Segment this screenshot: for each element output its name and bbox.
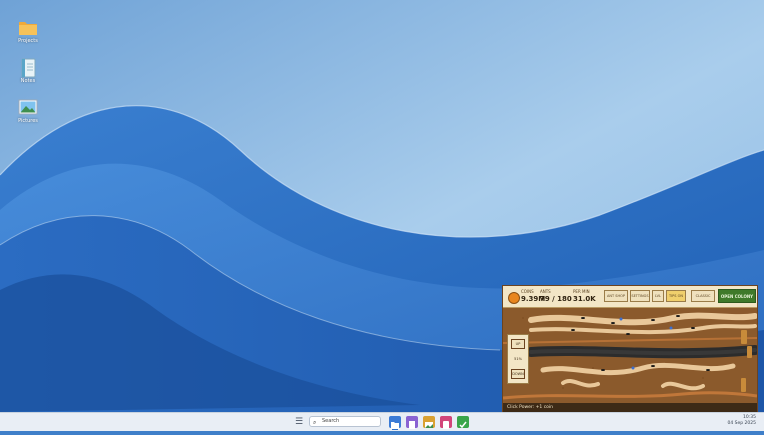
taskbar: ☰ ⌕ Search 10:35 04 Sep 2025 [0,412,764,431]
down-button[interactable]: DOWN [511,369,525,379]
media-icon[interactable] [440,416,452,429]
open-colony-button[interactable]: OPEN COLONY [718,289,756,303]
desktop-icon-label: Projects [18,38,38,44]
system-clock[interactable]: 10:35 04 Sep 2025 [727,415,756,427]
tasks-icon[interactable] [457,416,469,429]
up-button[interactable]: UP [511,339,525,349]
desktop-icon-notes[interactable]: Notes [10,58,46,84]
desktop-icon-label: Notes [20,78,36,84]
pictures-icon [18,98,38,116]
ant-colony-game-window[interactable]: COINS 9.39M ANTS 79 / 180 PER MIN 31.0K … [502,285,758,414]
desktop-icon-label: Pictures [18,118,38,124]
classic-mode-button[interactable]: CLASSIC [691,290,715,302]
ant-tunnel-playfield[interactable] [503,308,757,404]
folder-icon [18,18,38,36]
game-hud: COINS 9.39M ANTS 79 / 180 PER MIN 31.0K … [503,286,757,308]
ant-shop-button[interactable]: ANT SHOP [604,290,628,302]
stat-label: PER MIN [573,289,590,294]
stat-label: ANTS [540,289,551,294]
tips-toggle-button[interactable]: TIPS ON [666,290,686,302]
clock-date: 04 Sep 2025 [727,421,756,426]
stat-ants: ANTS 79 / 180 [540,289,572,303]
taskbar-search[interactable]: ⌕ Search [309,416,381,427]
coin-icon [508,292,520,304]
search-placeholder: Search [322,418,340,424]
stat-value: 31.0K [573,295,596,303]
depth-control-panel: UP 51% DOWN [507,334,529,384]
notebook-icon [18,58,38,78]
desktop-icon-pictures[interactable]: Pictures [10,98,46,124]
search-icon: ⌕ [313,419,317,426]
image-viewer-icon[interactable] [423,416,435,428]
depth-percent: 51% [514,357,522,361]
notes-icon[interactable] [406,416,418,429]
level-button[interactable]: LVL [652,290,664,302]
desktop-icon-projects[interactable]: Projects [10,18,46,44]
files-icon[interactable] [389,416,401,430]
stat-value: 79 / 180 [540,295,572,303]
settings-button[interactable]: SETTINGS [630,290,650,302]
stat-per-min: PER MIN 31.0K [573,289,596,303]
menu-icon[interactable]: ☰ [294,417,304,427]
